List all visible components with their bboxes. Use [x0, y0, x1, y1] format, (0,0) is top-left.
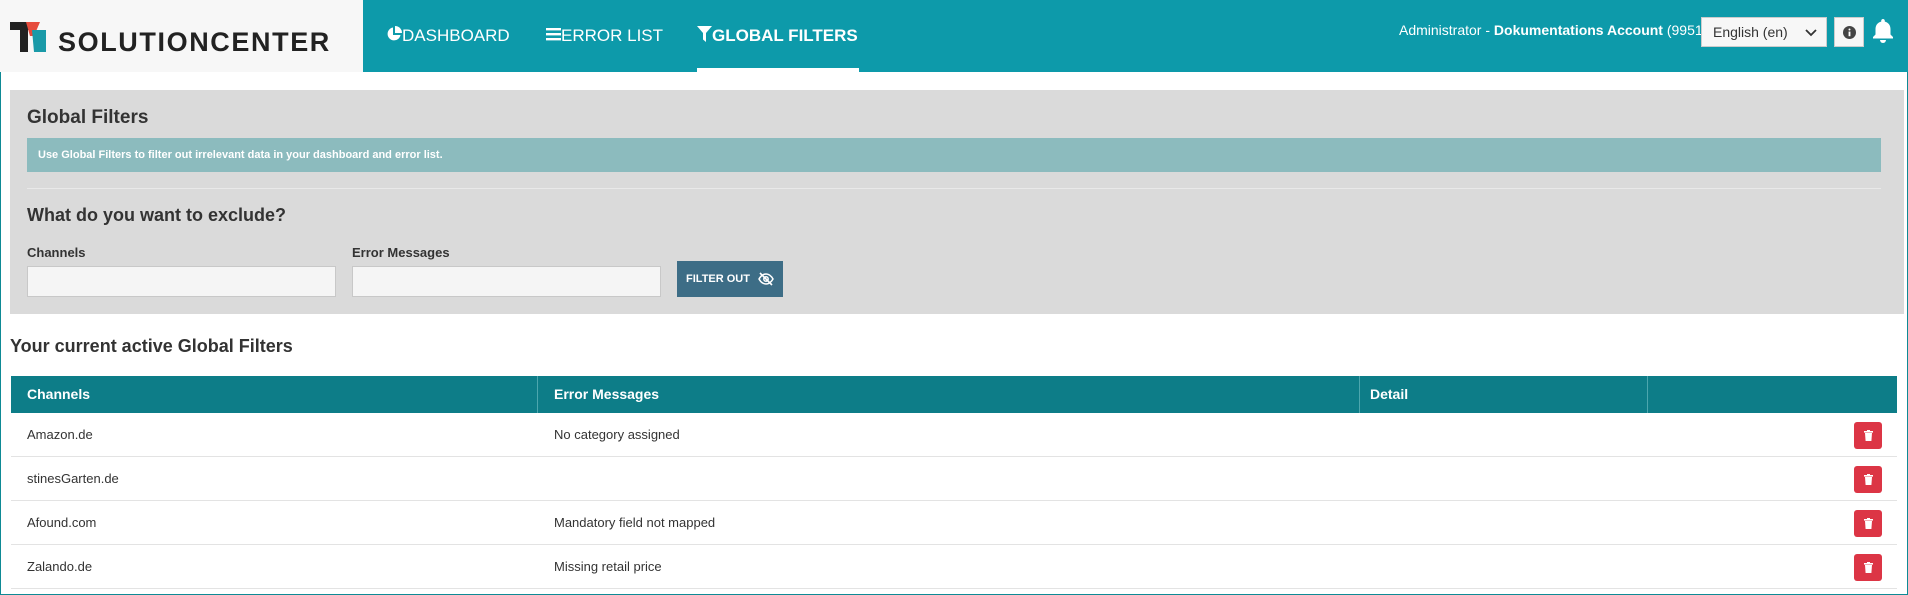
error-messages-input[interactable]: [352, 266, 661, 297]
logo-text: SOLUTIONCENTER: [58, 27, 331, 57]
nav-dashboard[interactable]: DASHBOARD: [386, 0, 510, 72]
trash-icon: [1863, 562, 1873, 573]
trash-icon: [1863, 518, 1873, 529]
trash-icon: [1863, 474, 1873, 485]
detail-cell: [1360, 413, 1376, 456]
account-separator: -: [1481, 22, 1494, 38]
table-row: Amazon.de No category assigned: [11, 413, 1897, 457]
error-cell: Missing retail price: [554, 559, 662, 574]
account-info: Administrator - Dokumentations Account (…: [1399, 22, 1707, 38]
delete-filter-button[interactable]: [1854, 422, 1882, 449]
exclude-section-title: What do you want to exclude?: [27, 205, 287, 225]
error-cell: Mandatory field not mapped: [554, 515, 716, 530]
table-row: stinesGarten.de: [11, 457, 1897, 501]
info-icon: [1842, 25, 1856, 39]
channels-label: Channels: [27, 245, 86, 260]
column-header-error-messages[interactable]: Error Messages: [538, 376, 1360, 413]
account-user: Administrator: [1399, 22, 1482, 38]
filter-icon: [697, 25, 712, 47]
table-row: Zalando.de Missing retail price: [11, 545, 1897, 589]
column-header-actions: [1648, 376, 1897, 413]
top-navigation-bar: SOLUTIONCENTER DASHBOARD ERROR LIST GLOB…: [0, 0, 1908, 72]
filter-out-button[interactable]: FILTER OUT: [677, 261, 783, 297]
info-message: Use Global Filters to filter out irrelev…: [27, 138, 1881, 172]
channel-cell: stinesGarten.de: [27, 471, 119, 486]
nav-dashboard-label: DASHBOARD: [402, 26, 510, 45]
error-messages-label: Error Messages: [352, 245, 450, 260]
list-icon: [546, 27, 561, 46]
logo[interactable]: SOLUTIONCENTER: [0, 0, 363, 72]
filter-out-label: FILTER OUT: [686, 273, 750, 285]
column-header-detail[interactable]: Detail: [1360, 376, 1648, 413]
channel-cell: Zalando.de: [27, 559, 93, 574]
active-filters-table: Channels Error Messages Detail Amazon.de…: [11, 376, 1897, 589]
bell-icon[interactable]: [1871, 18, 1895, 44]
detail-cell: [1360, 545, 1376, 588]
detail-cell: [1360, 501, 1376, 544]
nav-error-list-label: ERROR LIST: [561, 26, 664, 45]
divider: [27, 188, 1881, 189]
error-cell: [538, 457, 554, 500]
eye-slash-icon: [758, 272, 774, 286]
channel-cell: Afound.com: [27, 515, 97, 530]
delete-filter-button[interactable]: [1854, 554, 1882, 581]
delete-filter-button[interactable]: [1854, 510, 1882, 537]
nav-error-list[interactable]: ERROR LIST: [546, 0, 663, 72]
info-button[interactable]: [1834, 17, 1864, 47]
detail-cell: [1360, 457, 1376, 500]
channel-cell: Amazon.de: [27, 427, 93, 442]
chevron-down-icon: [1805, 29, 1817, 37]
language-select[interactable]: English (en): [1701, 17, 1827, 47]
page-title: Global Filters: [27, 107, 149, 128]
column-header-channels[interactable]: Channels: [11, 376, 538, 413]
trash-icon: [1863, 430, 1873, 441]
table-row: Afound.com Mandatory field not mapped: [11, 501, 1897, 545]
table-header: Channels Error Messages Detail: [11, 376, 1897, 413]
error-cell: No category assigned: [554, 427, 680, 442]
account-name: Dokumentations Account: [1493, 22, 1663, 38]
active-filters-title: Your current active Global Filters: [10, 336, 293, 356]
logo-mark-icon: [10, 22, 46, 52]
pie-chart-icon: [386, 25, 402, 47]
nav-global-filters[interactable]: GLOBAL FILTERS: [697, 0, 859, 72]
channels-input[interactable]: [27, 266, 336, 297]
language-value: English (en): [1713, 24, 1788, 40]
global-filters-panel: Global Filters Use Global Filters to fil…: [10, 90, 1904, 314]
nav-global-filters-label: GLOBAL FILTERS: [712, 26, 858, 45]
delete-filter-button[interactable]: [1854, 466, 1882, 493]
